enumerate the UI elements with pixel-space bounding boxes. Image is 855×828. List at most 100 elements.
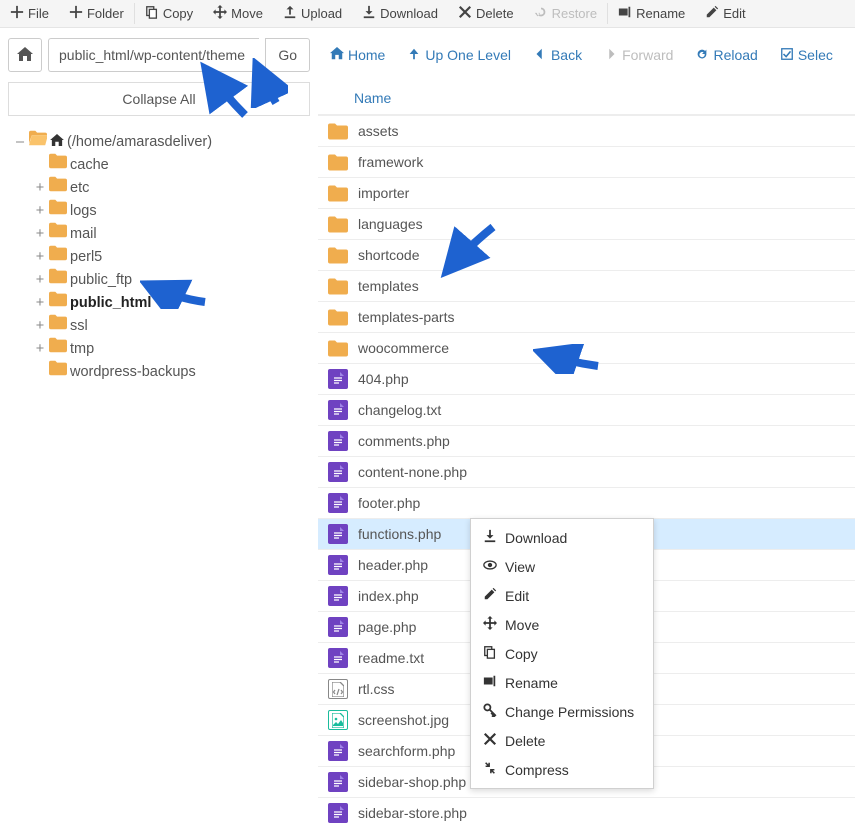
nav-label: Forward [622, 47, 673, 63]
file-name: page.php [358, 619, 416, 635]
copy-icon [145, 5, 159, 22]
select-icon [780, 47, 794, 64]
file-row[interactable]: framework [318, 146, 855, 177]
file-name: rtl.css [358, 681, 395, 697]
tree-node[interactable]: + logs [34, 199, 310, 222]
reload-icon [695, 47, 709, 64]
file-button[interactable]: File [0, 0, 59, 27]
file-row[interactable]: sidebar-store.php [318, 797, 855, 828]
file-row[interactable]: content-none.php [318, 456, 855, 487]
file-row[interactable]: templates-parts [318, 301, 855, 332]
tree-node[interactable]: + tmp [34, 337, 310, 360]
file-row[interactable]: footer.php [318, 487, 855, 518]
file-name: searchform.php [358, 743, 455, 759]
nav-up[interactable]: Up One Level [407, 47, 511, 64]
file-row[interactable]: assets [318, 115, 855, 146]
file-name: templates [358, 278, 419, 294]
restore-icon [534, 5, 548, 22]
ctx-move[interactable]: Move [471, 610, 653, 639]
ctx-download[interactable]: Download [471, 523, 653, 552]
ctx-rename[interactable]: Rename [471, 668, 653, 697]
folder-icon [49, 199, 67, 222]
file-name: readme.txt [358, 650, 424, 666]
file-row[interactable]: 404.php [318, 363, 855, 394]
folder-icon [49, 337, 67, 360]
file-row[interactable]: importer [318, 177, 855, 208]
folder-icon [49, 360, 67, 383]
file-row[interactable]: changelog.txt [318, 394, 855, 425]
ctx-compress[interactable]: Compress [471, 755, 653, 784]
tree-node[interactable]: + mail [34, 222, 310, 245]
tree-toggle[interactable]: + [34, 269, 46, 291]
folder-icon [328, 307, 348, 327]
up-icon [407, 47, 421, 64]
folder-icon [328, 152, 348, 172]
ctx-copy[interactable]: Copy [471, 639, 653, 668]
tree-label: public_ftp [70, 269, 132, 291]
rename-button[interactable]: Rename [608, 0, 695, 27]
go-button[interactable]: Go [265, 38, 310, 72]
tree-toggle[interactable]: + [34, 200, 46, 222]
tree-toggle[interactable]: + [34, 315, 46, 337]
file-name: footer.php [358, 495, 420, 511]
tree-toggle[interactable]: + [34, 338, 46, 360]
file-name: changelog.txt [358, 402, 441, 418]
edit-icon [705, 5, 719, 22]
file-row[interactable]: woocommerce [318, 332, 855, 363]
tree-node[interactable]: wordpress-backups [34, 360, 310, 383]
tree-toggle[interactable]: + [34, 177, 46, 199]
file-row[interactable]: languages [318, 208, 855, 239]
document-icon [328, 369, 348, 389]
ctx-perms[interactable]: Change Permissions [471, 697, 653, 726]
ctx-view[interactable]: View [471, 552, 653, 581]
copy-button[interactable]: Copy [135, 0, 203, 27]
file-row[interactable]: templates [318, 270, 855, 301]
folder-open-icon [29, 130, 47, 153]
edit-button[interactable]: Edit [695, 0, 755, 27]
tree-toggle[interactable]: + [34, 223, 46, 245]
toolbar-label: Upload [301, 6, 342, 21]
tree-root-label[interactable]: (/home/amarasdeliver) [67, 131, 212, 153]
column-header-name[interactable]: Name [318, 82, 855, 115]
nav-home[interactable]: Home [330, 47, 385, 64]
toolbar-label: Restore [552, 6, 598, 21]
tree-node[interactable]: cache [34, 153, 310, 176]
home-button[interactable] [8, 38, 42, 72]
path-input[interactable] [48, 38, 259, 72]
tree-node[interactable]: + public_html [34, 291, 310, 314]
delete-button[interactable]: Delete [448, 0, 524, 27]
tree-node[interactable]: + public_ftp [34, 268, 310, 291]
file-row[interactable]: shortcode [318, 239, 855, 270]
upload-button[interactable]: Upload [273, 0, 352, 27]
document-icon [328, 803, 348, 823]
file-name: comments.php [358, 433, 450, 449]
top-toolbar: FileFolderCopy Move Upload DownloadDelete Re… [0, 0, 855, 28]
tree-node[interactable]: + ssl [34, 314, 310, 337]
tree-label: tmp [70, 338, 94, 360]
move-icon [483, 616, 497, 633]
toolbar-label: Move [231, 6, 263, 21]
nav-back[interactable]: Back [533, 47, 582, 64]
nav-label: Selec [798, 47, 833, 63]
folder-icon [328, 245, 348, 265]
tree-node[interactable]: + perl5 [34, 245, 310, 268]
nav-reload[interactable]: Reload [695, 47, 757, 64]
nav-buttons: Home Up One Level Back Forward Reload Selec [330, 47, 833, 64]
file-row[interactable]: comments.php [318, 425, 855, 456]
download-button[interactable]: Download [352, 0, 448, 27]
move-button[interactable]: Move [203, 0, 273, 27]
tree-toggle[interactable]: + [34, 246, 46, 268]
tree-toggle[interactable]: – [14, 131, 26, 153]
nav-select[interactable]: Selec [780, 47, 833, 64]
path-group: Go [8, 38, 310, 72]
folder-tree: – (/home/amarasdeliver) cache + etc + [4, 130, 310, 383]
tree-node[interactable]: + etc [34, 176, 310, 199]
ctx-delete[interactable]: Delete [471, 726, 653, 755]
folder-icon [328, 214, 348, 234]
ctx-edit[interactable]: Edit [471, 581, 653, 610]
folder-button[interactable]: Folder [59, 0, 134, 27]
restore-button: Restore [524, 0, 608, 27]
collapse-all-button[interactable]: Collapse All [8, 82, 310, 116]
tree-toggle[interactable]: + [34, 292, 46, 314]
nav-label: Back [551, 47, 582, 63]
